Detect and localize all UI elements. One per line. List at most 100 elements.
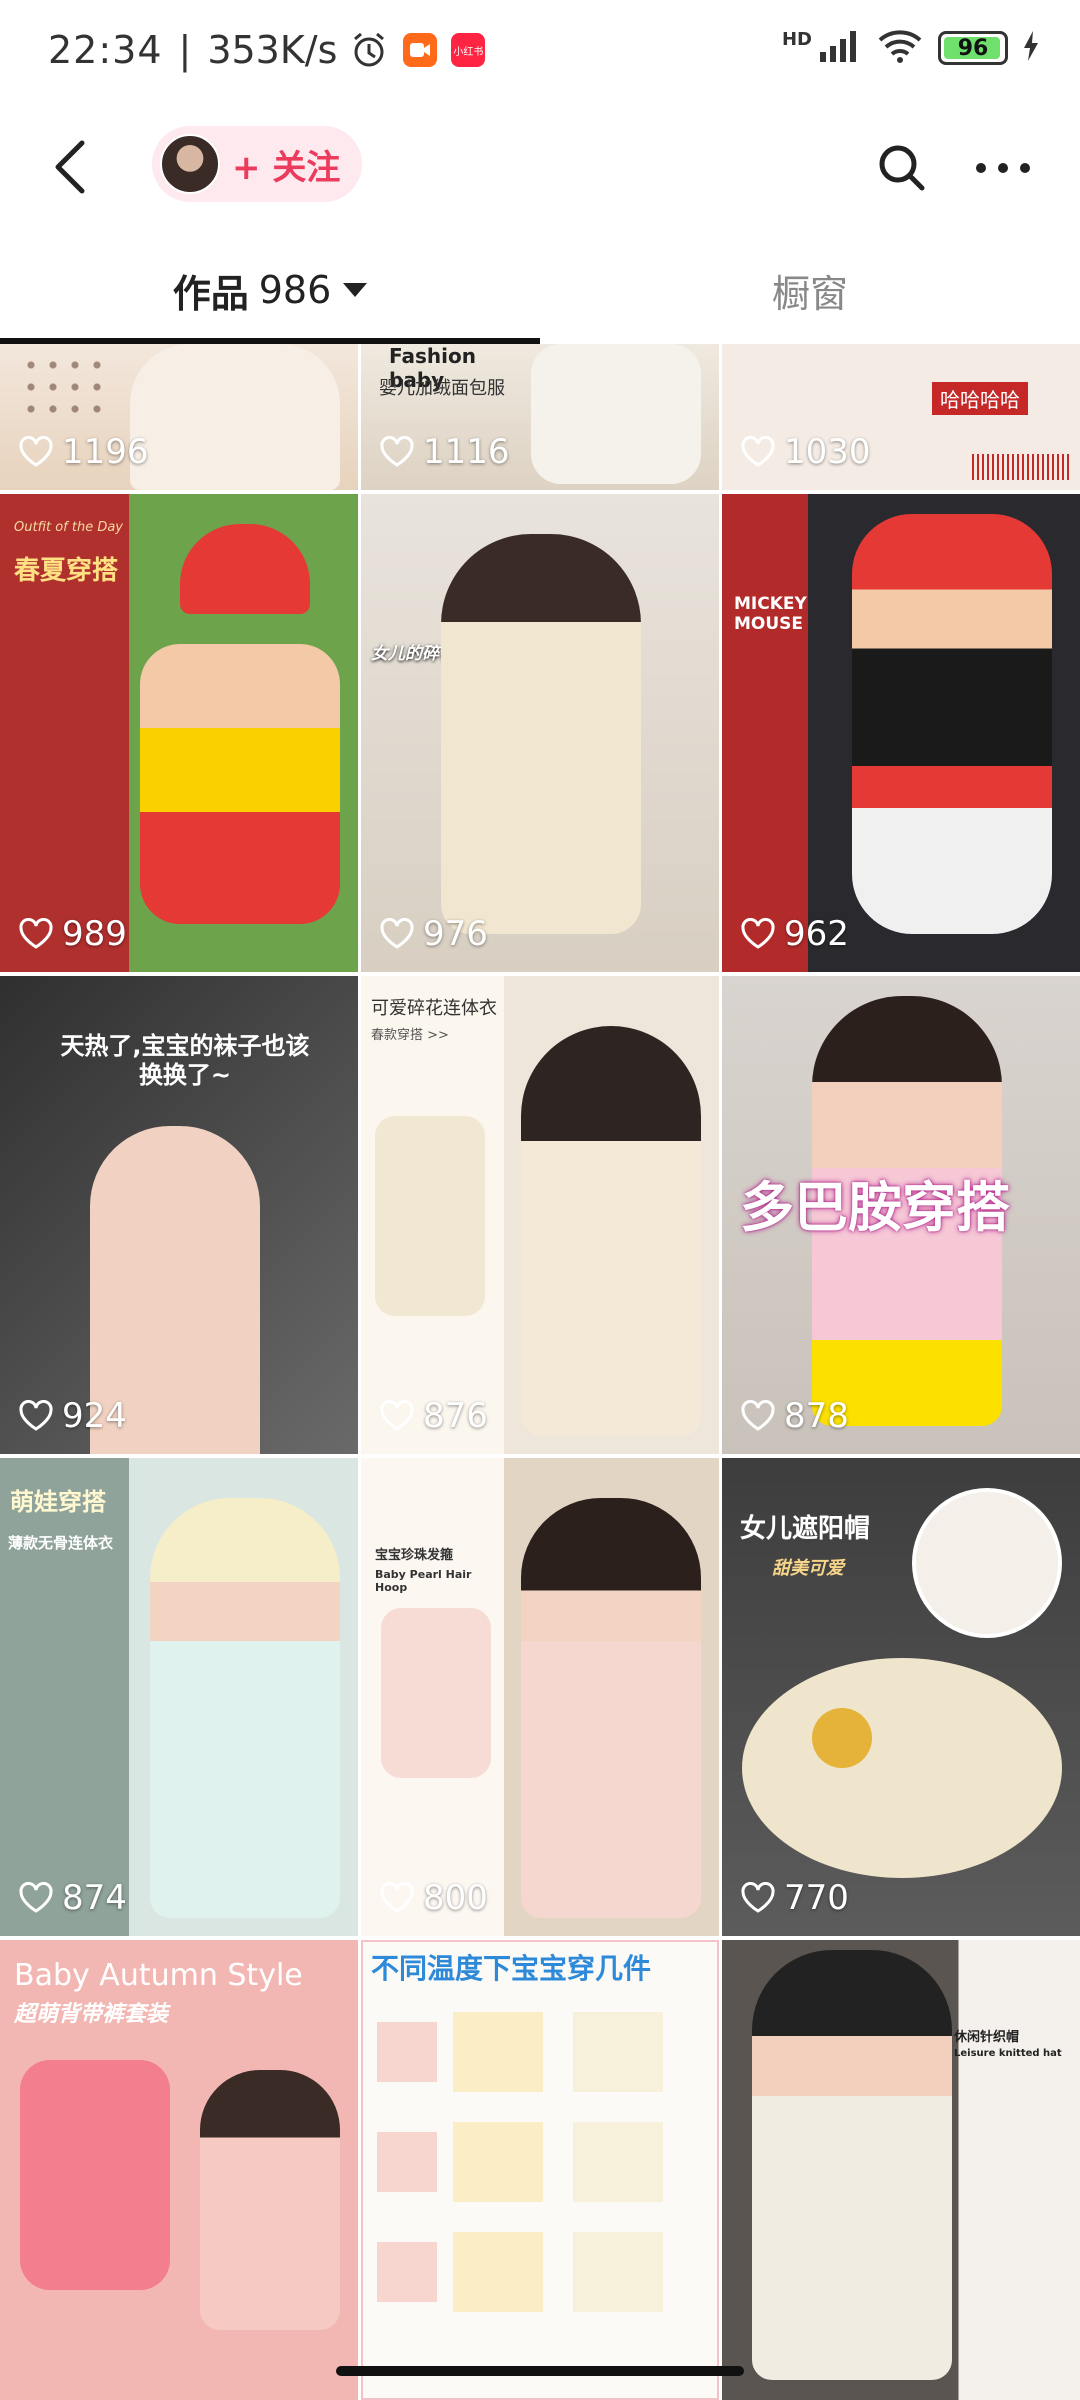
like-value: 1116 [423,432,510,472]
heart-icon [19,436,53,467]
like-count: 1196 [18,432,149,472]
post-card[interactable]: 休闲针织帽 Leisure knitted hat [722,1940,1080,2400]
heart-icon [380,918,414,949]
tab-works-label: 作品 [172,271,249,316]
like-count: 1116 [379,432,510,472]
like-value: 989 [62,914,127,954]
baby-image [441,534,641,934]
post-card[interactable]: 哈哈哈哈 1030 [722,344,1080,490]
heart-icon [19,918,53,949]
baby-image [852,514,1052,934]
like-count: 876 [379,1396,488,1436]
like-value: 876 [423,1396,488,1436]
like-count: 1030 [740,432,871,472]
post-subtitle: Outfit of the Day [14,520,123,535]
back-icon [55,140,85,194]
xiaohongshu-icon: 小红书 [451,33,486,67]
post-caption: 多巴胺穿搭 [740,1176,1010,1239]
heart-icon [380,436,414,467]
status-separator: | [178,28,192,72]
post-card[interactable]: 萌娃穿搭 薄款无骨连体衣 874 [0,1458,358,1936]
post-card[interactable]: 不同温度下宝宝穿几件 [361,1940,719,2400]
baby-image [200,2070,340,2330]
post-card[interactable]: Baby Autumn Style 超萌背带裤套装 [0,1940,358,2400]
back-button[interactable] [40,132,100,202]
romper-image [375,1116,485,1316]
post-caption: 女儿遮阳帽 [740,1514,871,1544]
like-count: 989 [18,914,127,954]
like-value: 770 [784,1878,849,1918]
baby-image [531,344,701,484]
post-card[interactable]: 女儿遮阳帽 甜美可爱 770 [722,1458,1080,1936]
home-indicator[interactable] [336,2366,744,2376]
tab-showcase[interactable]: 橱窗 [540,240,1080,340]
post-card[interactable]: MICKEY MOUSE 962 [722,494,1080,972]
post-caption: Baby Autumn Style [14,1958,303,1993]
like-value: 874 [62,1878,127,1918]
alarm-icon [349,30,389,70]
network-speed: 353K/s [207,28,338,72]
post-card[interactable]: 天热了,宝宝的袜子也该换换了~ 924 [0,976,358,1454]
post-caption: 萌娃穿搭 [10,1488,106,1516]
video-app-icon [403,33,438,67]
baby-image [521,1498,701,1918]
post-caption: 宝宝珍珠发箍 [375,1548,454,1563]
post-subtitle: 超萌背带裤套装 [14,2002,169,2027]
hat-image [742,1658,1062,1878]
post-card[interactable]: Fashion baby 婴儿加绒面包服 1116 [361,344,719,490]
post-caption: 婴儿加绒面包服 [379,378,505,399]
baby-circle-image [912,1488,1062,1638]
tab-works[interactable]: 作品 986 [0,240,540,340]
post-caption: 哈哈哈哈 [932,382,1028,415]
like-value: 924 [62,1396,127,1436]
more-button[interactable] [968,140,1038,196]
tab-showcase-label: 橱窗 [771,271,848,316]
barcode-decoration [972,454,1072,480]
post-card[interactable]: Outfit of the Day 春夏穿搭 989 [0,494,358,972]
post-subtitle: 春款穿搭 >> [371,1028,449,1043]
heart-icon [19,1400,53,1431]
post-subtitle: Baby Pearl Hair Hoop [375,1568,472,1595]
like-count: 962 [740,914,849,954]
heart-icon [380,1400,414,1431]
like-value: 1030 [784,432,871,472]
post-card[interactable]: 女儿的碎花连体衣好好看! 976 [361,494,719,972]
like-count: 770 [740,1878,849,1918]
baby-image [752,1950,952,2380]
profile-tabs: 作品 986 橱窗 [0,240,1080,340]
post-caption: 不同温度下宝宝穿几件 [371,1952,652,1985]
heart-icon [741,436,775,467]
battery-level: 96 [957,35,989,61]
hat-image [180,524,310,614]
more-icon [976,163,1030,173]
heart-icon [741,918,775,949]
heart-icon [380,1882,414,1913]
clothing-image [453,2012,543,2322]
post-caption: 可爱碎花连体衣 [371,998,497,1019]
status-time: 22:34 [48,28,163,72]
network-type-label: HD [781,28,812,50]
like-value: 878 [784,1396,849,1436]
temperature-decoration [377,2022,437,2322]
post-caption: 春夏穿搭 [14,556,119,586]
post-caption: 天热了,宝宝的袜子也该换换了~ [60,1032,310,1089]
post-card[interactable]: 多巴胺穿搭 878 [722,976,1080,1454]
overall-image [20,2060,170,2290]
like-count: 878 [740,1396,849,1436]
flower-decoration [812,1708,872,1768]
heart-icon [19,1882,53,1913]
avatar[interactable] [160,134,220,194]
search-button[interactable] [874,140,930,196]
caret-down-icon[interactable] [343,283,368,297]
like-count: 976 [379,914,488,954]
post-card[interactable]: 宝宝珍珠发箍 Baby Pearl Hair Hoop 800 [361,1458,719,1936]
signal-icon [818,28,862,68]
post-card[interactable]: 1196 [0,344,358,490]
post-caption: MICKEY MOUSE [734,594,807,635]
post-caption: 休闲针织帽 [954,2030,1020,2045]
post-subtitle: 薄款无骨连体衣 [8,1534,114,1552]
baby-image [521,1026,701,1436]
like-count: 874 [18,1878,127,1918]
follow-button[interactable]: + 关注 [152,126,362,202]
post-card[interactable]: 可爱碎花连体衣 春款穿搭 >> 876 [361,976,719,1454]
